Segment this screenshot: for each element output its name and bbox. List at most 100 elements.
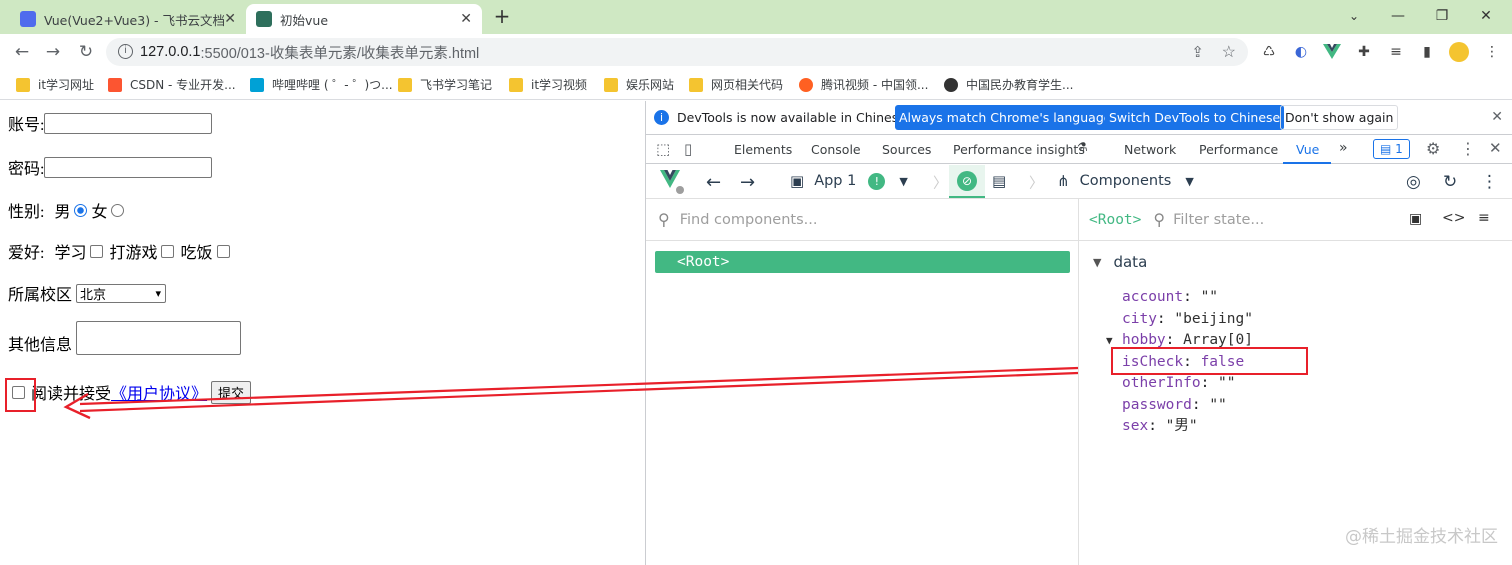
tab-console[interactable]: Console: [811, 142, 861, 157]
compass-icon[interactable]: ⊘: [957, 171, 977, 191]
forward-icon[interactable]: →: [740, 172, 755, 193]
inspect-icon[interactable]: ⬚: [656, 140, 670, 158]
dont-show-button[interactable]: Don't show again: [1280, 105, 1399, 130]
tab-sources[interactable]: Sources: [882, 142, 931, 157]
code-icon[interactable]: <>: [1442, 210, 1465, 226]
hobby-study-checkbox[interactable]: [90, 244, 104, 258]
expand-list-icon[interactable]: ≡: [1478, 210, 1490, 226]
bookmark-label: CSDN - 专业开发...: [130, 78, 236, 92]
menu-icon[interactable]: ⋮: [1482, 42, 1502, 62]
tab-search-icon[interactable]: ⌄: [1334, 4, 1374, 28]
sex-male-radio[interactable]: [74, 203, 88, 217]
state-row-sex[interactable]: sex: "男": [1122, 416, 1253, 438]
bilibili-icon: [250, 77, 264, 92]
tab-feishu[interactable]: Vue(Vue2+Vue3) - 飞书云文档 ✕: [10, 4, 246, 34]
sex-female-radio[interactable]: [111, 203, 125, 217]
state-row-otherinfo[interactable]: otherInfo: "": [1122, 373, 1253, 395]
search-icon: ⚲: [658, 210, 670, 229]
account-input[interactable]: [44, 112, 213, 134]
tab-vue[interactable]: Vue: [1296, 142, 1319, 157]
components-selector[interactable]: ⋔ Components ▼: [1057, 172, 1194, 190]
state-row-password[interactable]: password: "": [1122, 395, 1253, 417]
sex-label: 性别:: [8, 204, 45, 221]
bookmark-item[interactable]: 娱乐网站: [604, 76, 674, 93]
plus-icon[interactable]: +: [482, 4, 522, 28]
bookmark-item[interactable]: CSDN - 专业开发...: [108, 76, 236, 93]
bookmark-item[interactable]: 腾讯视频 - 中国领...: [799, 76, 928, 93]
close-devtools-icon[interactable]: ✕: [1489, 139, 1502, 157]
bookmark-item[interactable]: it学习视频: [509, 76, 587, 93]
close-icon[interactable]: ✕: [1491, 109, 1503, 125]
issues-badge[interactable]: ▤ 1: [1373, 139, 1410, 159]
hobby-eat-checkbox[interactable]: [216, 244, 230, 258]
restore-icon[interactable]: ❐: [1422, 4, 1462, 28]
data-section-header[interactable]: ▼ data: [1093, 253, 1147, 271]
hobby-game-checkbox[interactable]: [161, 244, 175, 258]
bookmark-label: 中国民办教育学生...: [966, 78, 1074, 92]
vue-devtools-extension-icon[interactable]: [1322, 42, 1342, 62]
timeline-icon[interactable]: ▤: [992, 172, 1006, 190]
reload-icon[interactable]: ↻: [74, 40, 98, 64]
user-agreement-link[interactable]: 《用户协议》: [111, 380, 207, 404]
forward-icon[interactable]: →: [41, 40, 65, 64]
bookmark-item[interactable]: 飞书学习笔记: [398, 76, 492, 93]
recycle-extension-icon[interactable]: ♺: [1259, 42, 1279, 62]
password-row: 密码:: [8, 155, 213, 179]
star-icon[interactable]: ☆: [1222, 42, 1236, 62]
minimize-icon[interactable]: —: [1378, 4, 1418, 28]
bookmark-item[interactable]: 中国民办教育学生...: [944, 76, 1073, 93]
tab-network[interactable]: Network: [1124, 142, 1176, 157]
password-input[interactable]: [44, 156, 213, 178]
sex-male-label: 男: [54, 204, 71, 221]
devtools-infobar: i DevTools is now available in Chinese! …: [646, 101, 1512, 134]
avatar[interactable]: [1449, 42, 1469, 62]
browser-toolbar: ← → ↻ i 127.0.0.1:5500/013-收集表单元素/收集表单元素…: [0, 34, 1512, 70]
puzzle-icon[interactable]: ✚: [1354, 42, 1374, 62]
bookmark-label: 腾讯视频 - 中国领...: [821, 78, 929, 92]
filter-state-placeholder[interactable]: Filter state...: [1173, 212, 1264, 228]
tree-node-root[interactable]: <Root>: [655, 251, 1070, 273]
info-icon[interactable]: i: [118, 44, 133, 59]
gear-icon[interactable]: ⚙: [1426, 139, 1440, 158]
bookmark-item[interactable]: 哔哩哔哩 ( ゜- ゜)つ...: [250, 76, 393, 93]
device-toggle-icon[interactable]: ▯: [684, 140, 692, 158]
close-tab-icon[interactable]: ✕: [460, 11, 472, 27]
state-row-city[interactable]: city: "beijing": [1122, 309, 1253, 331]
campus-select[interactable]: 北京 ▾: [76, 283, 167, 303]
state-header: <Root> ⚲ Filter state... ▣ <> ≡: [1079, 199, 1512, 241]
match-language-button[interactable]: Always match Chrome's language: [895, 105, 1116, 130]
tab-vue[interactable]: 初始vue ✕: [246, 4, 482, 34]
state-row-account[interactable]: account: "": [1122, 287, 1253, 309]
share-icon[interactable]: ⇪: [1191, 43, 1204, 61]
more-tabs-icon[interactable]: »: [1339, 140, 1348, 156]
alert-icon: !: [868, 172, 886, 190]
tab-performance-insights[interactable]: Performance insights: [953, 142, 1085, 157]
refresh-icon[interactable]: ↻: [1443, 172, 1457, 192]
submit-button[interactable]: 提交: [211, 380, 252, 404]
other-info-textarea[interactable]: [76, 321, 242, 355]
highlight-box-checkbox: [5, 378, 36, 412]
app-selector[interactable]: ▣ App 1 ! ▼: [790, 172, 908, 190]
close-tab-icon[interactable]: ✕: [224, 11, 236, 27]
more-options-icon[interactable]: ⋮: [1481, 172, 1498, 192]
switch-chinese-button[interactable]: Switch DevTools to Chinese: [1105, 105, 1285, 130]
reading-list-icon[interactable]: ≡: [1386, 42, 1406, 62]
bookmark-item[interactable]: 网页相关代码: [689, 76, 783, 93]
more-options-icon[interactable]: ⋮: [1460, 139, 1476, 158]
state-inspector-pane: <Root> ⚲ Filter state... ▣ <> ≡ ▼ data a…: [1079, 199, 1512, 565]
side-panel-icon[interactable]: ▮: [1417, 42, 1437, 62]
close-window-icon[interactable]: ✕: [1466, 4, 1506, 28]
tab-performance[interactable]: Performance: [1199, 142, 1278, 157]
find-components[interactable]: ⚲ Find components...: [646, 199, 1078, 241]
address-bar[interactable]: i 127.0.0.1:5500/013-收集表单元素/收集表单元素.html …: [106, 38, 1248, 66]
info-icon: i: [654, 110, 669, 125]
open-in-editor-icon[interactable]: ▣: [1409, 211, 1422, 227]
target-icon[interactable]: ◎: [1406, 172, 1421, 192]
other-info-label: 其他信息: [8, 337, 73, 354]
extension-icon[interactable]: ◐: [1291, 42, 1311, 62]
bookmark-item[interactable]: it学习网址: [16, 76, 94, 93]
tab-elements[interactable]: Elements: [734, 142, 792, 157]
back-icon[interactable]: ←: [10, 40, 34, 64]
watermark: @稀土掘金技术社区: [1345, 527, 1498, 547]
back-icon[interactable]: ←: [706, 172, 721, 193]
